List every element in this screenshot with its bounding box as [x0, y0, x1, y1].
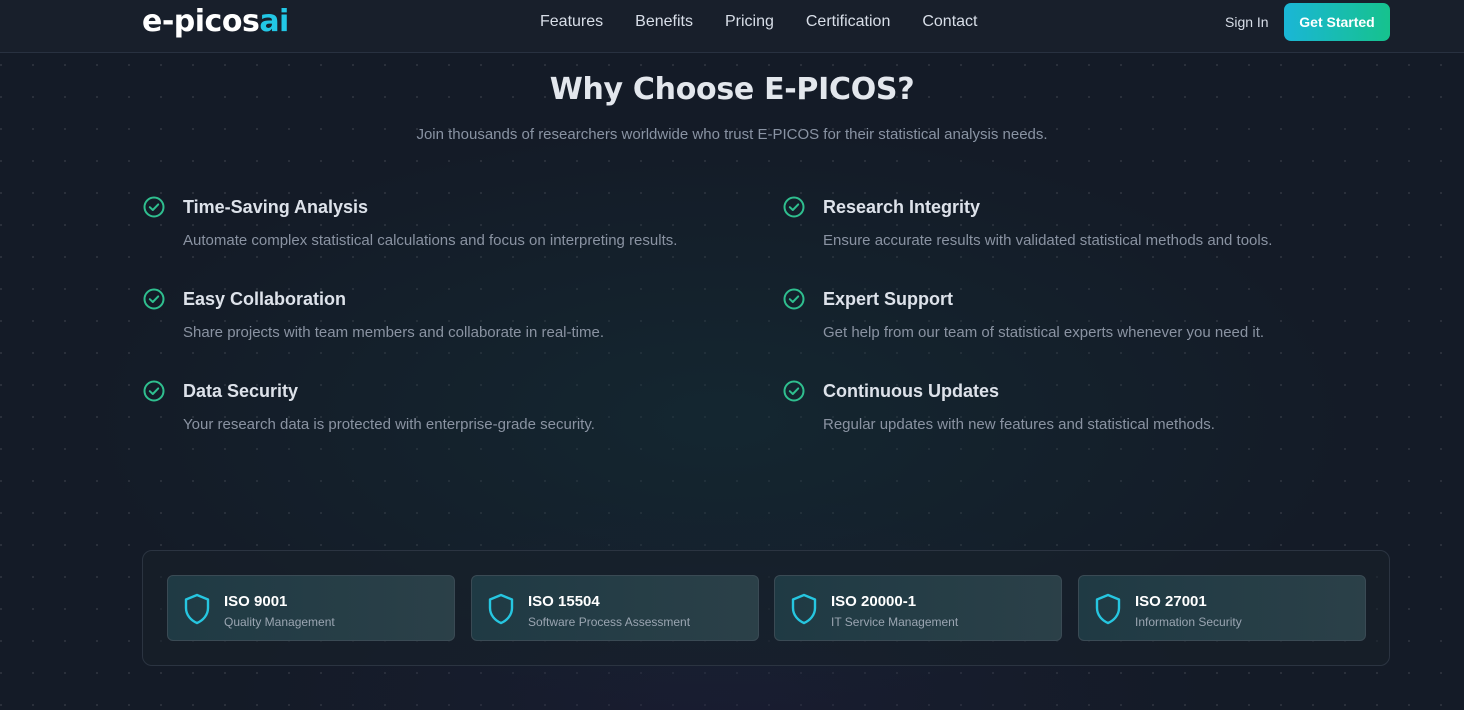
section-title: Why Choose E-PICOS?	[549, 72, 915, 107]
feature-description: Automate complex statistical calculation…	[183, 232, 678, 249]
feature-title: Research Integrity	[823, 197, 981, 217]
feature-title: Time-Saving Analysis	[183, 197, 369, 217]
feature-title: Data Security	[183, 381, 299, 401]
logo-accent: ai	[259, 4, 289, 39]
certification-description: Software Process Assessment	[528, 615, 691, 629]
feature-description: Regular updates with new features and st…	[823, 416, 1215, 433]
feature-title: Continuous Updates	[823, 381, 999, 401]
feature-description: Ensure accurate results with validated s…	[823, 232, 1273, 249]
top-navbar: e-picos ai Features Benefits Pricing Cert…	[0, 0, 1464, 53]
certification-description: IT Service Management	[831, 615, 959, 629]
nav-features[interactable]: Features	[540, 12, 603, 32]
feature-title: Easy Collaboration	[183, 289, 347, 309]
nav-certification[interactable]: Certification	[806, 12, 890, 32]
feature-title: Expert Support	[823, 289, 954, 309]
feature-description: Get help from our team of statistical ex…	[823, 324, 1265, 341]
check-circle-icon	[783, 288, 805, 310]
shield-icon	[791, 593, 817, 625]
certification-card: ISO 9001 Quality Management	[167, 575, 455, 641]
check-circle-icon	[143, 196, 165, 218]
nav-pricing[interactable]: Pricing	[725, 12, 774, 32]
feature-description: Share projects with team members and col…	[183, 324, 605, 341]
sign-in-link[interactable]: Sign In	[1225, 14, 1269, 30]
logo[interactable]: e-picos ai	[142, 5, 289, 39]
certification-card: ISO 15504 Software Process Assessment	[471, 575, 759, 641]
nav-contact[interactable]: Contact	[922, 12, 977, 32]
check-circle-icon	[783, 380, 805, 402]
check-circle-icon	[783, 196, 805, 218]
certifications-panel: ISO 9001 Quality Management ISO 15504 So…	[142, 550, 1390, 666]
shield-icon	[1095, 593, 1121, 625]
certification-name: ISO 9001	[224, 593, 288, 610]
certification-name: ISO 20000-1	[831, 593, 917, 610]
get-started-button[interactable]: Get Started	[1284, 3, 1390, 41]
shield-icon	[488, 593, 514, 625]
certification-description: Information Security	[1135, 615, 1242, 629]
check-circle-icon	[143, 380, 165, 402]
main-nav: Features Benefits Pricing Certification …	[540, 12, 1009, 32]
certification-name: ISO 27001	[1135, 593, 1207, 610]
certification-name: ISO 15504	[528, 593, 600, 610]
certification-card: ISO 20000-1 IT Service Management	[774, 575, 1062, 641]
shield-icon	[184, 593, 210, 625]
section-subtitle: Join thousands of researchers worldwide …	[416, 126, 1048, 143]
check-circle-icon	[143, 288, 165, 310]
certification-description: Quality Management	[224, 615, 335, 629]
feature-description: Your research data is protected with ent…	[183, 416, 595, 433]
logo-text: e-picos	[142, 4, 260, 39]
nav-benefits[interactable]: Benefits	[635, 12, 693, 32]
certification-card: ISO 27001 Information Security	[1078, 575, 1366, 641]
